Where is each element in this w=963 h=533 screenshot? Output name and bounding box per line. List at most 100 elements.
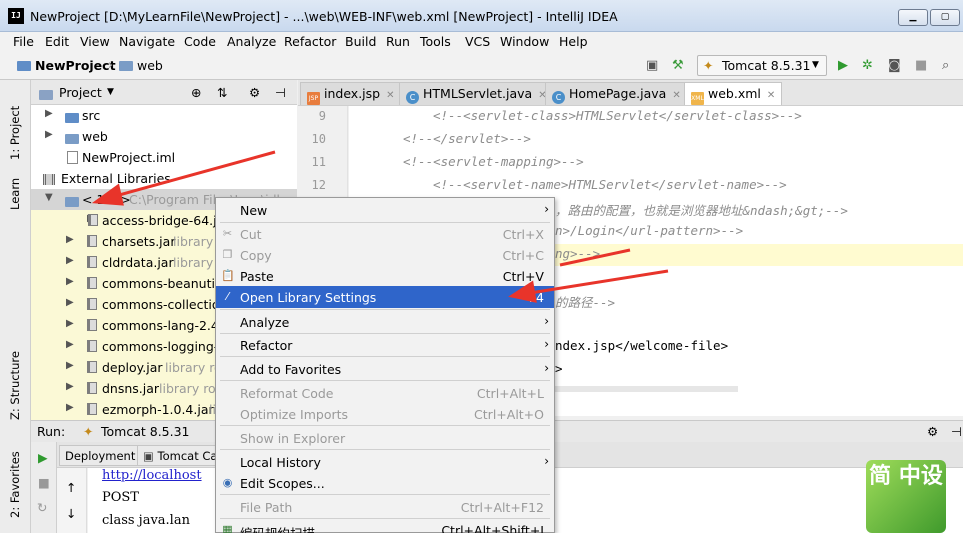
- tree-label: commons-collection: [102, 297, 228, 312]
- menu-file[interactable]: File: [13, 34, 34, 49]
- intellij-icon: IJ: [8, 8, 24, 24]
- chevron-down-icon[interactable]: ▼: [107, 87, 114, 97]
- menu-edit[interactable]: Edit: [45, 34, 69, 49]
- expand-arrow-icon[interactable]: ▶: [45, 108, 53, 119]
- settings-icon: ⁄: [226, 290, 229, 303]
- console-link[interactable]: http://localhost: [102, 468, 202, 483]
- menu-item-copy[interactable]: ❐ Copy Ctrl+C: [216, 244, 554, 266]
- hide-icon[interactable]: ⊣: [275, 85, 286, 100]
- project-tool-tab[interactable]: 1: Project: [8, 106, 22, 160]
- tab-index-jsp[interactable]: JSP index.jsp ✕: [300, 82, 402, 105]
- favorites-tool-tab[interactable]: 2: Favorites: [8, 451, 22, 518]
- collapse-icon[interactable]: ⇅: [217, 85, 227, 100]
- menu-item-paste[interactable]: 📋 Paste Ctrl+V: [216, 265, 554, 287]
- menu-item-analyze[interactable]: Analyze ›: [216, 311, 554, 333]
- menu-item-optimize-imports[interactable]: Optimize Imports Ctrl+Alt+O: [216, 403, 554, 425]
- menu-vcs[interactable]: VCS: [465, 34, 490, 49]
- menu-tools[interactable]: Tools: [420, 34, 451, 49]
- menu-analyze[interactable]: Analyze: [227, 34, 276, 49]
- debug-icon[interactable]: ✲: [862, 58, 873, 73]
- restart-icon[interactable]: ↻: [37, 500, 47, 515]
- rerun-icon[interactable]: ▶: [38, 450, 48, 465]
- tab-homepage-java[interactable]: C HomePage.java ✕: [545, 82, 688, 105]
- tree-label: NewProject.iml: [82, 150, 176, 165]
- search-icon[interactable]: ⌕: [942, 58, 949, 73]
- menu-item-code-scan[interactable]: ▦ 编码规约扫描Ctrl+Alt+Shift+J: [216, 519, 554, 533]
- gear-icon[interactable]: ⚙: [927, 424, 938, 439]
- xml-icon: XML: [691, 92, 704, 105]
- menu-help[interactable]: Help: [559, 34, 588, 49]
- menu-refactor[interactable]: Refactor: [284, 34, 336, 49]
- build-hammer-icon[interactable]: ⚒: [672, 58, 684, 73]
- run-config-selector[interactable]: ✦ Tomcat 8.5.31 ▼: [697, 55, 827, 76]
- project-panel-header: Project ▼ ⊕ ⇅ ⚙ ⊣: [31, 80, 297, 105]
- menu-item-show-in-explorer[interactable]: Show in Explorer: [216, 427, 554, 449]
- menu-build[interactable]: Build: [345, 34, 376, 49]
- tree-label: cldrdata.jar: [102, 255, 174, 270]
- menu-item-add-to-favorites[interactable]: Add to Favorites ›: [216, 358, 554, 380]
- menu-bar: File Edit View Navigate Code Analyze Ref…: [0, 32, 963, 52]
- jsp-icon: JSP: [307, 92, 320, 105]
- expand-arrow-icon[interactable]: ▶: [66, 234, 74, 245]
- run-icon[interactable]: ▶: [838, 58, 848, 73]
- close-icon[interactable]: ✕: [672, 90, 680, 101]
- close-icon[interactable]: ✕: [386, 90, 394, 101]
- menu-item-file-path[interactable]: File Path Ctrl+Alt+F12: [216, 496, 554, 518]
- menu-window[interactable]: Window: [500, 34, 549, 49]
- tab-web-xml[interactable]: XML web.xml ✕: [684, 82, 783, 105]
- expand-arrow-icon[interactable]: ▶: [66, 381, 74, 392]
- expand-arrow-icon[interactable]: ▶: [66, 318, 74, 329]
- expand-arrow-icon[interactable]: ▶: [66, 276, 74, 287]
- editor-tab-bar: JSP index.jsp ✕ C HTMLServlet.java ✕ C HomePa…: [298, 80, 963, 106]
- minimize-button[interactable]: ▁: [898, 9, 928, 26]
- arrow-down-icon[interactable]: ↓: [66, 506, 76, 521]
- maximize-button[interactable]: ▢: [930, 9, 960, 26]
- menu-item-reformat-code[interactable]: Reformat Code Ctrl+Alt+L: [216, 382, 554, 404]
- copy-icon: ❐: [222, 248, 233, 261]
- menu-view[interactable]: View: [80, 34, 110, 49]
- expand-arrow-icon[interactable]: ▶: [45, 129, 53, 140]
- tree-row-external-libraries[interactable]: External Libraries: [31, 168, 297, 189]
- menu-item-cut[interactable]: ✂ Cut Ctrl+X: [216, 223, 554, 245]
- expand-arrow-icon[interactable]: ▼: [45, 192, 53, 203]
- arrow-up-icon[interactable]: ↑: [66, 480, 76, 495]
- structure-tool-tab[interactable]: Z: Structure: [8, 351, 22, 420]
- horizontal-scrollbar[interactable]: [555, 386, 738, 392]
- expand-arrow-icon[interactable]: ▶: [66, 255, 74, 266]
- menu-item-refactor[interactable]: Refactor ›: [216, 334, 554, 356]
- tree-label: charsets.jar: [102, 234, 176, 249]
- tree-row-web[interactable]: ▶ web: [31, 126, 297, 147]
- tab-tomcat-catalina[interactable]: ▣ Tomcat Cata: [137, 445, 217, 466]
- console-icon: ▣: [143, 449, 158, 463]
- tree-row-src[interactable]: ▶ src: [31, 105, 297, 126]
- expand-arrow-icon[interactable]: ▶: [66, 402, 74, 413]
- folder-icon: [65, 110, 83, 125]
- coverage-icon[interactable]: ◙: [888, 58, 901, 73]
- menu-item-local-history[interactable]: Local History ›: [216, 451, 554, 473]
- close-icon[interactable]: ✕: [767, 90, 775, 101]
- breadcrumb-project[interactable]: NewProject: [17, 58, 116, 73]
- stop-icon[interactable]: ■: [915, 58, 927, 73]
- tab-htmlservlet-java[interactable]: C HTMLServlet.java ✕: [399, 82, 554, 105]
- menu-navigate[interactable]: Navigate: [119, 34, 175, 49]
- menu-run[interactable]: Run: [386, 34, 410, 49]
- gear-icon[interactable]: ⚙: [249, 85, 260, 100]
- stop-icon[interactable]: ■: [38, 475, 50, 490]
- project-view-selector[interactable]: Project: [59, 85, 102, 100]
- chevron-right-icon: ›: [108, 58, 114, 73]
- learn-tool-tab[interactable]: Learn: [8, 178, 22, 210]
- menu-item-new[interactable]: New ›: [216, 199, 554, 221]
- locate-icon[interactable]: ⊕: [191, 85, 201, 100]
- layout-icon[interactable]: ▣: [646, 58, 658, 73]
- breadcrumb-web[interactable]: web: [119, 58, 163, 73]
- menu-code[interactable]: Code: [184, 34, 216, 49]
- tab-deployment[interactable]: Deployment: [59, 445, 142, 466]
- hide-icon[interactable]: ⊣: [951, 424, 962, 439]
- menu-item-edit-scopes[interactable]: ◉ Edit Scopes...: [216, 472, 554, 494]
- tree-row-iml[interactable]: NewProject.iml: [31, 147, 297, 168]
- expand-arrow-icon[interactable]: ▶: [66, 339, 74, 350]
- expand-arrow-icon[interactable]: ▶: [66, 297, 74, 308]
- menu-item-open-library-settings[interactable]: ⁄ Open Library Settings F4: [216, 286, 554, 308]
- run-config-name[interactable]: Tomcat 8.5.31: [101, 424, 190, 439]
- expand-arrow-icon[interactable]: ▶: [66, 360, 74, 371]
